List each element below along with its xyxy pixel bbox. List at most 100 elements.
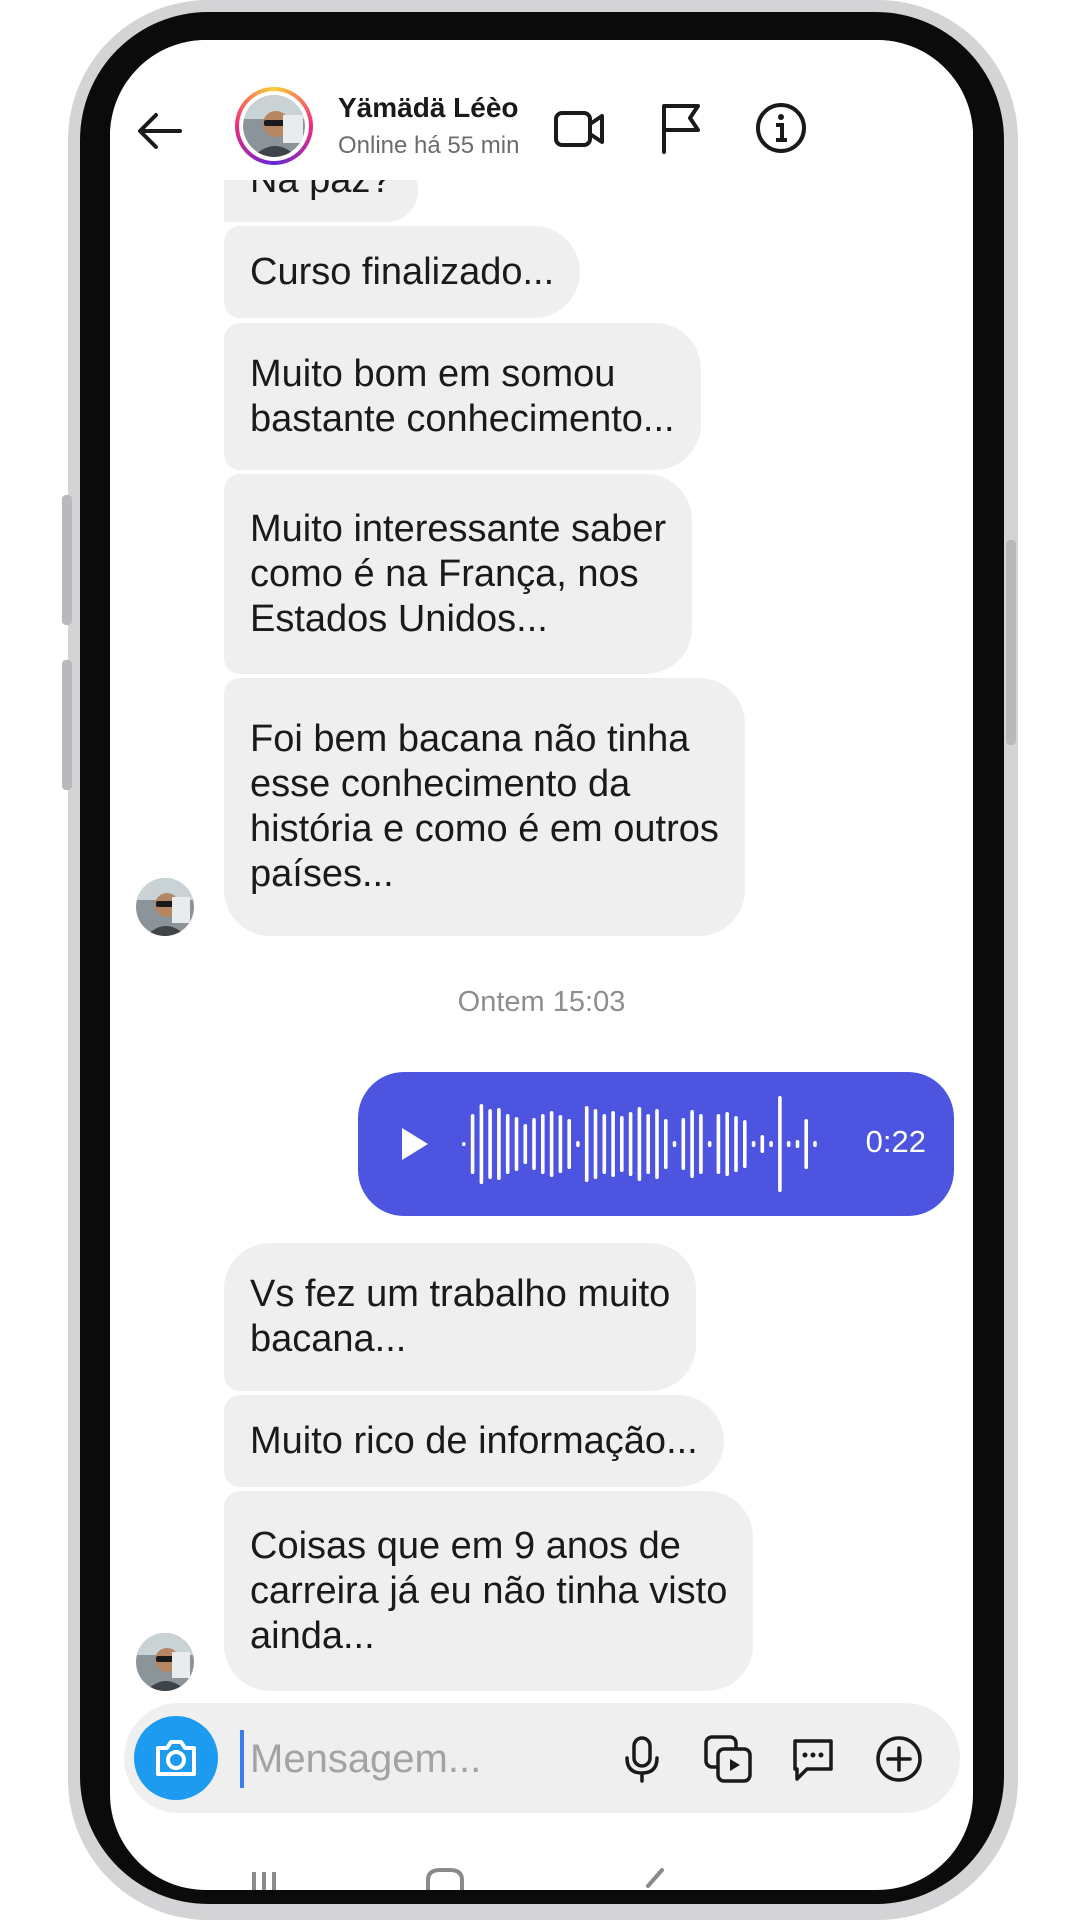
message-text: Coisas que em 9 anos de	[250, 1524, 681, 1567]
waveform-bar	[541, 1114, 545, 1174]
message-text: carreira já eu não tinha visto	[250, 1569, 728, 1612]
contact-name[interactable]: Yämädä Léèo	[338, 92, 519, 124]
waveform-bar	[514, 1117, 519, 1171]
waveform-bar	[558, 1115, 563, 1173]
sticker-chat-icon[interactable]	[787, 1733, 839, 1785]
message-text: Muito bom em somou	[250, 352, 616, 395]
waveform-bar	[620, 1116, 624, 1172]
waveform-bar	[462, 1142, 466, 1146]
gallery-icon[interactable]	[702, 1733, 754, 1785]
waveform-bar	[778, 1096, 782, 1192]
message-bubble-received[interactable]: Muito bom em somou bastante conhecimento…	[224, 323, 701, 470]
waveform-bar	[593, 1109, 598, 1179]
message-text: como é na França, nos	[250, 552, 639, 595]
message-composer	[124, 1703, 960, 1813]
chat-screen: Na paz? Curso finalizado... Muito bom em…	[110, 40, 973, 1890]
contact-avatar-header[interactable]	[235, 87, 313, 165]
waveform-bar	[549, 1111, 554, 1177]
message-bubble-received[interactable]: Foi bem bacana não tinha esse conhecimen…	[224, 678, 745, 936]
play-icon[interactable]	[394, 1124, 434, 1164]
camera-button[interactable]	[134, 1716, 218, 1800]
waveform-bar	[734, 1116, 738, 1172]
volume-down-button	[62, 660, 72, 790]
waveform-bar	[760, 1135, 765, 1153]
avatar-photo	[136, 878, 194, 936]
contact-avatar[interactable]	[136, 1633, 194, 1691]
waveform-bar	[497, 1108, 501, 1180]
waveform-bar	[664, 1119, 668, 1169]
contact-avatar[interactable]	[136, 878, 194, 936]
waveform-bar	[602, 1114, 607, 1174]
message-text: países...	[250, 853, 394, 895]
waveform-bar	[637, 1107, 642, 1181]
waveform-bar	[523, 1124, 528, 1164]
waveform-bar	[795, 1140, 800, 1148]
message-input[interactable]	[248, 1728, 552, 1790]
message-text: Estados Unidos...	[250, 597, 548, 640]
volume-up-button	[62, 495, 72, 625]
microphone-icon[interactable]	[616, 1733, 668, 1785]
waveform-bar	[646, 1114, 650, 1174]
avatar-photo	[243, 95, 305, 157]
waveform-bar	[743, 1120, 747, 1168]
waveform-bar	[584, 1106, 589, 1182]
message-text: história e como é em outros	[250, 808, 719, 850]
message-timestamp: Ontem 15:03	[457, 986, 626, 1018]
waveform-bar	[813, 1141, 817, 1147]
flag-icon[interactable]	[650, 98, 710, 158]
waveform-bar	[681, 1118, 686, 1170]
message-text: bacana...	[250, 1318, 407, 1360]
waveform-bar	[567, 1119, 571, 1169]
waveform-icon	[462, 1096, 817, 1192]
waveform-bar	[505, 1114, 510, 1174]
message-bubble-received[interactable]: Coisas que em 9 anos de carreira já eu n…	[224, 1491, 754, 1691]
message-text: Muito interessante saber	[250, 507, 667, 550]
message-text: Muito rico de informação...	[250, 1419, 698, 1462]
waveform-bar	[804, 1119, 808, 1169]
home-icon[interactable]	[426, 1868, 464, 1890]
waveform-bar	[655, 1109, 659, 1179]
waveform-bar	[707, 1141, 712, 1147]
recent-apps-icon[interactable]	[252, 1872, 276, 1890]
back-nav-icon[interactable]	[646, 1868, 664, 1888]
message-bubble-received[interactable]: Vs fez um trabalho muito bacana...	[224, 1243, 697, 1391]
chat-header: Yämädä Léèo Online há 55 min	[110, 40, 973, 180]
waveform-bar	[611, 1111, 615, 1177]
message-text: Vs fez um trabalho muito	[250, 1273, 671, 1315]
waveform-bar	[786, 1141, 791, 1147]
waveform-bar	[576, 1141, 580, 1147]
waveform-bar	[479, 1104, 484, 1184]
waveform-bar	[751, 1141, 756, 1147]
message-bubble-received[interactable]: Muito interessante saber como é na Franç…	[224, 474, 693, 674]
message-bubble-received[interactable]: Muito rico de informação...	[224, 1395, 724, 1487]
message-bubble-received[interactable]: Curso finalizado...	[224, 226, 581, 318]
status-bar	[110, 40, 973, 60]
waveform-bar	[488, 1109, 492, 1179]
text-cursor	[240, 1730, 244, 1788]
message-text: bastante conhecimento...	[250, 397, 675, 440]
message-text: esse conhecimento da	[250, 763, 631, 805]
waveform-bar	[716, 1114, 721, 1174]
power-button	[1006, 540, 1016, 745]
voice-message-bubble[interactable]: 0:22	[358, 1072, 954, 1216]
camera-icon	[156, 1740, 196, 1776]
contact-online-status: Online há 55 min	[338, 132, 520, 159]
waveform-bar	[470, 1114, 475, 1174]
message-text: Foi bem bacana não tinha	[250, 718, 690, 760]
voice-duration: 0:22	[865, 1124, 926, 1159]
back-arrow-icon[interactable]	[132, 103, 188, 159]
info-icon[interactable]	[751, 98, 811, 158]
waveform-bar	[672, 1141, 677, 1147]
system-navigation-bar	[252, 1868, 664, 1890]
message-text: ainda...	[250, 1614, 375, 1657]
waveform-bar	[628, 1112, 633, 1176]
waveform-bar	[690, 1110, 694, 1178]
waveform-bar	[725, 1112, 729, 1176]
waveform-bar	[769, 1141, 773, 1147]
avatar-photo	[136, 1633, 194, 1691]
waveform-bar	[699, 1114, 703, 1174]
message-text: Curso finalizado...	[250, 250, 555, 293]
video-call-icon[interactable]	[550, 98, 610, 158]
waveform-bar	[532, 1118, 536, 1170]
plus-icon[interactable]	[873, 1733, 925, 1785]
